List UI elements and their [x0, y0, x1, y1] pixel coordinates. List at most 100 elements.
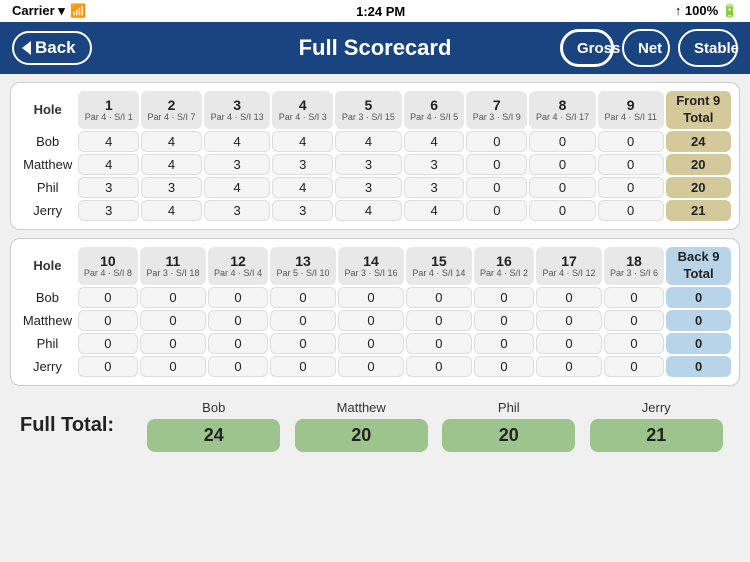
bob-back9-name: Bob — [19, 287, 76, 308]
bob-f9-h1[interactable]: 4 — [78, 131, 139, 152]
matthew-f9-h2[interactable]: 4 — [141, 154, 202, 175]
matthew-f9-h4[interactable]: 3 — [272, 154, 333, 175]
full-total-matthew-name: Matthew — [337, 400, 386, 415]
matthew-b9-h16[interactable]: 0 — [474, 310, 534, 331]
jerry-b9-h12[interactable]: 0 — [208, 356, 268, 377]
jerry-f9-h6[interactable]: 4 — [404, 200, 465, 221]
phil-f9-h7[interactable]: 0 — [466, 177, 527, 198]
bob-f9-h4[interactable]: 4 — [272, 131, 333, 152]
bob-b9-h15[interactable]: 0 — [406, 287, 472, 308]
jerry-f9-h8[interactable]: 0 — [529, 200, 596, 221]
bob-f9-h8[interactable]: 0 — [529, 131, 596, 152]
hole-10-header: 10 Par 4 · S/I 8 — [78, 247, 138, 285]
phil-b9-h14[interactable]: 0 — [338, 333, 404, 354]
matthew-b9-h15[interactable]: 0 — [406, 310, 472, 331]
bob-f9-h3[interactable]: 4 — [204, 131, 271, 152]
back-button[interactable]: Back — [12, 31, 92, 65]
phil-b9-h11[interactable]: 0 — [140, 333, 206, 354]
phil-b9-h15[interactable]: 0 — [406, 333, 472, 354]
phil-f9-h4[interactable]: 4 — [272, 177, 333, 198]
jerry-f9-h1[interactable]: 3 — [78, 200, 139, 221]
bob-f9-h7[interactable]: 0 — [466, 131, 527, 152]
status-bar: Carrier ▾ 📶 1:24 PM ↑ 100% 🔋 — [0, 0, 750, 22]
bob-f9-h6[interactable]: 4 — [404, 131, 465, 152]
gross-button[interactable]: Gross — [560, 29, 614, 67]
matthew-b9-h13[interactable]: 0 — [270, 310, 336, 331]
jerry-b9-h16[interactable]: 0 — [474, 356, 534, 377]
matthew-f9-h8[interactable]: 0 — [529, 154, 596, 175]
jerry-f9-h7[interactable]: 0 — [466, 200, 527, 221]
bob-b9-h16[interactable]: 0 — [474, 287, 534, 308]
jerry-b9-h18[interactable]: 0 — [604, 356, 664, 377]
matthew-b9-h18[interactable]: 0 — [604, 310, 664, 331]
matthew-f9-h3[interactable]: 3 — [204, 154, 271, 175]
matthew-f9-h6[interactable]: 3 — [404, 154, 465, 175]
bob-f9-h2[interactable]: 4 — [141, 131, 202, 152]
matthew-b9-h17[interactable]: 0 — [536, 310, 602, 331]
jerry-b9-h11[interactable]: 0 — [140, 356, 206, 377]
jerry-f9-h5[interactable]: 4 — [335, 200, 402, 221]
phil-f9-h2[interactable]: 3 — [141, 177, 202, 198]
carrier-label: Carrier ▾ 📶 — [12, 3, 87, 19]
front9-section: Hole 1 Par 4 · S/I 1 2 Par 4 · S/I 7 3 P… — [10, 82, 740, 230]
jerry-b9-h15[interactable]: 0 — [406, 356, 472, 377]
phil-f9-h6[interactable]: 3 — [404, 177, 465, 198]
phil-b9-h10[interactable]: 0 — [78, 333, 138, 354]
phil-b9-total: 0 — [666, 333, 731, 354]
jerry-b9-h17[interactable]: 0 — [536, 356, 602, 377]
jerry-b9-h14[interactable]: 0 — [338, 356, 404, 377]
bob-b9-h12[interactable]: 0 — [208, 287, 268, 308]
full-total-jerry: Jerry 21 — [583, 400, 731, 452]
jerry-f9-h3[interactable]: 3 — [204, 200, 271, 221]
bob-f9-total: 24 — [666, 131, 731, 152]
phil-f9-h5[interactable]: 3 — [335, 177, 402, 198]
matthew-b9-h14[interactable]: 0 — [338, 310, 404, 331]
phil-b9-h13[interactable]: 0 — [270, 333, 336, 354]
jerry-f9-h2[interactable]: 4 — [141, 200, 202, 221]
matthew-f9-h9[interactable]: 0 — [598, 154, 664, 175]
bob-b9-h14[interactable]: 0 — [338, 287, 404, 308]
matthew-b9-h11[interactable]: 0 — [140, 310, 206, 331]
matthew-b9-h12[interactable]: 0 — [208, 310, 268, 331]
matthew-f9-h1[interactable]: 4 — [78, 154, 139, 175]
full-total-phil-name: Phil — [498, 400, 520, 415]
matthew-f9-h5[interactable]: 3 — [335, 154, 402, 175]
stable-button[interactable]: Stable — [678, 29, 738, 67]
jerry-b9-h13[interactable]: 0 — [270, 356, 336, 377]
jerry-b9-h10[interactable]: 0 — [78, 356, 138, 377]
hole-1-header: 1 Par 4 · S/I 1 — [78, 91, 139, 129]
bob-b9-h18[interactable]: 0 — [604, 287, 664, 308]
front9-phil-row: Phil 3 3 4 4 3 3 0 0 0 20 — [19, 177, 731, 198]
jerry-f9-h4[interactable]: 3 — [272, 200, 333, 221]
net-button[interactable]: Net — [622, 29, 670, 67]
bob-f9-h9[interactable]: 0 — [598, 131, 664, 152]
front9-matthew-row: Matthew 4 4 3 3 3 3 0 0 0 20 — [19, 154, 731, 175]
phil-f9-h3[interactable]: 4 — [204, 177, 271, 198]
hole-8-header: 8 Par 4 · S/I 17 — [529, 91, 596, 129]
jerry-front9-name: Jerry — [19, 200, 76, 221]
front9-total-header: Front 9Total — [666, 91, 731, 129]
phil-f9-h1[interactable]: 3 — [78, 177, 139, 198]
bob-b9-h17[interactable]: 0 — [536, 287, 602, 308]
phil-b9-h17[interactable]: 0 — [536, 333, 602, 354]
phil-b9-h18[interactable]: 0 — [604, 333, 664, 354]
bob-f9-h5[interactable]: 4 — [335, 131, 402, 152]
phil-b9-h12[interactable]: 0 — [208, 333, 268, 354]
hole-label: Hole — [19, 91, 76, 129]
matthew-b9-h10[interactable]: 0 — [78, 310, 138, 331]
full-total-bob-score: 24 — [147, 419, 280, 452]
bob-b9-h13[interactable]: 0 — [270, 287, 336, 308]
hole-label-back: Hole — [19, 247, 76, 285]
header: Back Full Scorecard Gross Net Stable — [0, 22, 750, 74]
full-total-bob: Bob 24 — [140, 400, 288, 452]
jerry-f9-h9[interactable]: 0 — [598, 200, 664, 221]
full-total-matthew: Matthew 20 — [288, 400, 436, 452]
phil-f9-h8[interactable]: 0 — [529, 177, 596, 198]
bob-b9-h11[interactable]: 0 — [140, 287, 206, 308]
phil-f9-h9[interactable]: 0 — [598, 177, 664, 198]
bob-b9-h10[interactable]: 0 — [78, 287, 138, 308]
matthew-f9-h7[interactable]: 0 — [466, 154, 527, 175]
time-label: 1:24 PM — [356, 4, 405, 19]
back9-jerry-row: Jerry 0 0 0 0 0 0 0 0 0 0 — [19, 356, 731, 377]
phil-b9-h16[interactable]: 0 — [474, 333, 534, 354]
